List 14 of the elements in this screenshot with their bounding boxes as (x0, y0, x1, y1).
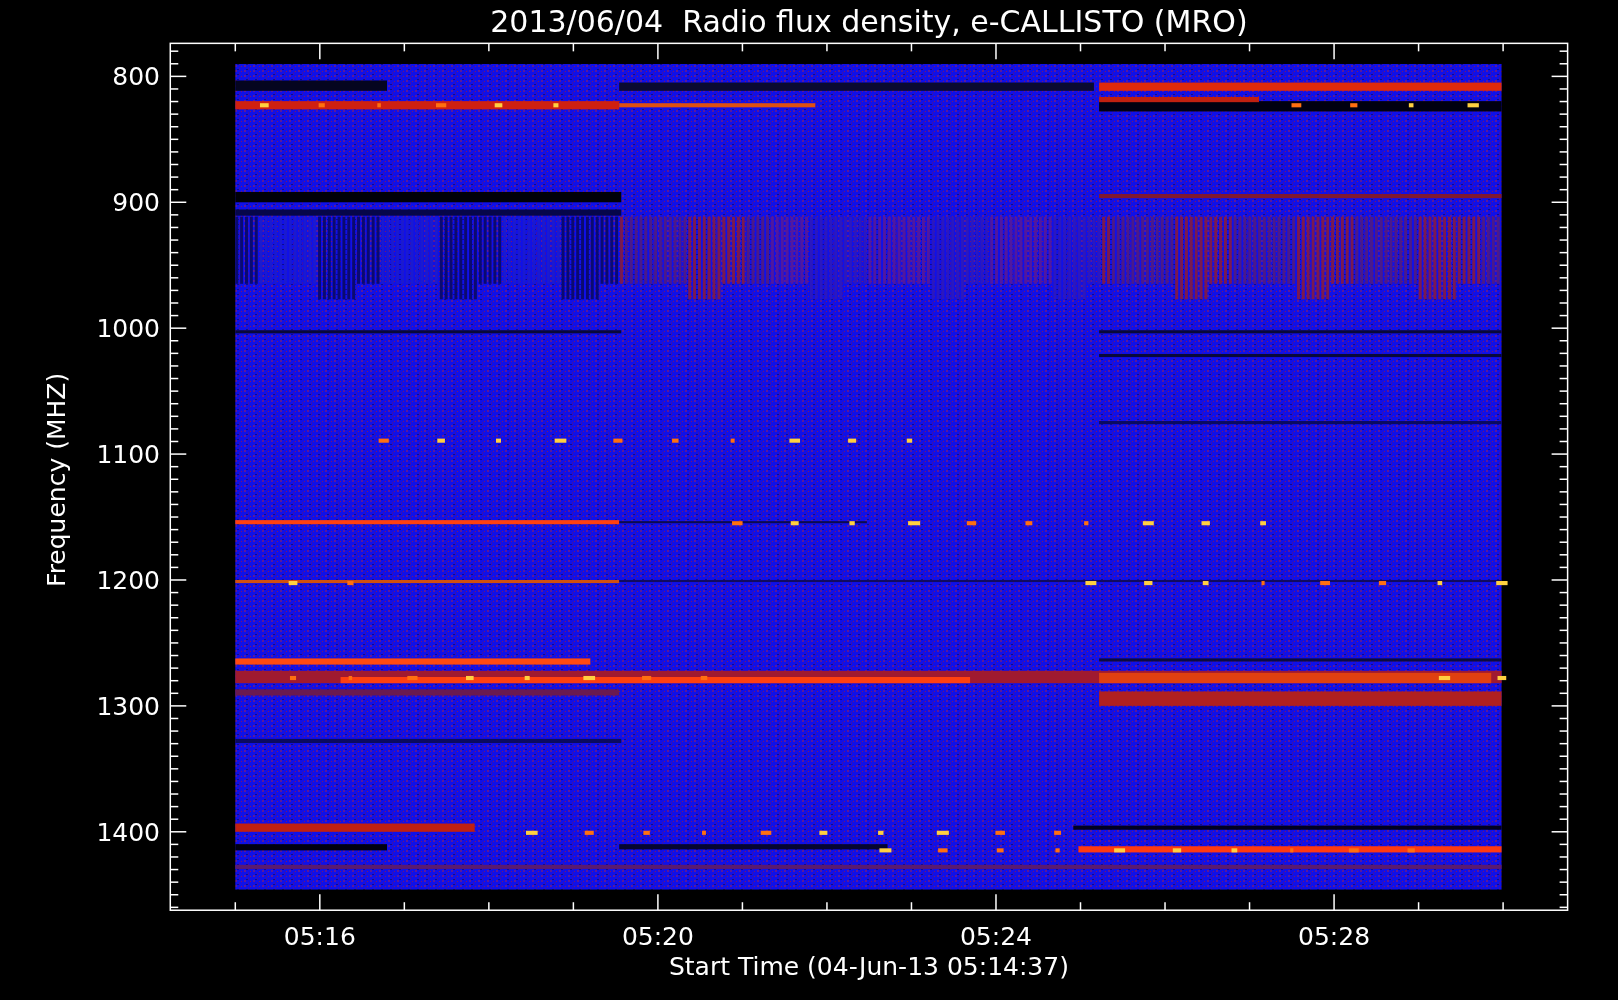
axis-tick-label: 1400 (96, 817, 160, 847)
axis-tick-label: 1200 (96, 566, 160, 595)
axis-tick-label: 1300 (96, 691, 160, 721)
axis-tick-label: 05:20 (621, 922, 694, 951)
axis-title: Frequency (MHZ) (42, 372, 71, 587)
axis-tick-label: 05:28 (1298, 922, 1371, 951)
axis-tick-label: 1000 (96, 314, 160, 344)
axis-tick-label: 05:16 (283, 922, 356, 951)
chart-title: 2013/06/04 Radio flux density, e-CALLISTO (MRO) (490, 4, 1248, 39)
axis-tick-label: 900 (112, 188, 160, 218)
axis-tick-label: 800 (112, 62, 160, 92)
axis-tick-label: 05:24 (959, 922, 1032, 951)
axis-tick-label: 1100 (96, 440, 160, 470)
axis-title: Start Time (04-Jun-13 05:14:37) (668, 952, 1069, 981)
